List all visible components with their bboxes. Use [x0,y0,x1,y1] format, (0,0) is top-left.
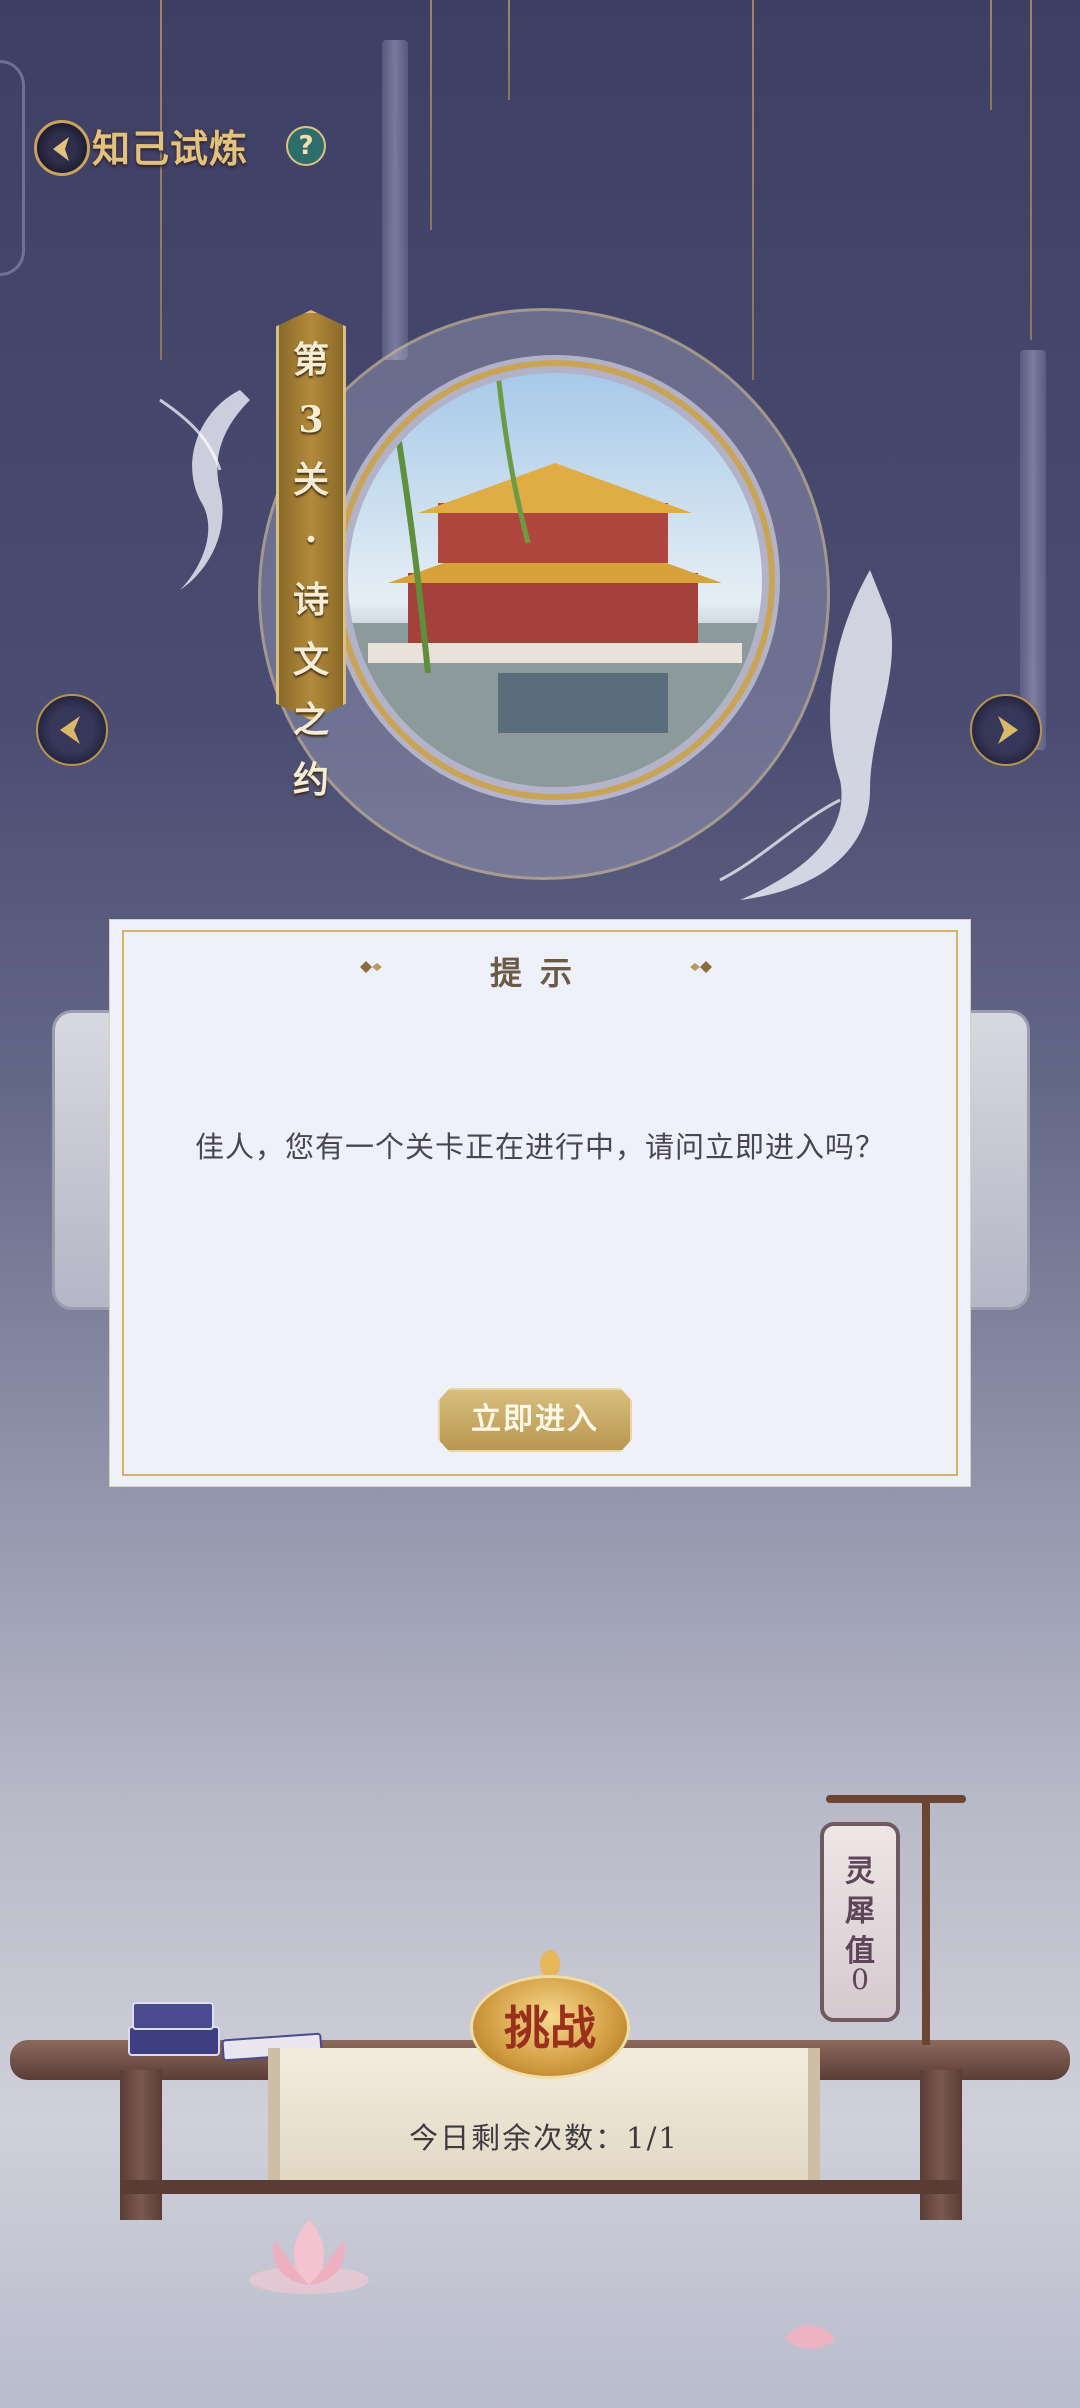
back-button[interactable] [34,120,90,176]
bench-rail [120,2180,960,2194]
dialog-message: 佳人，您有一个关卡正在进行中，请问立即进入吗？ [194,1130,885,1164]
challenge-lid [540,1950,560,1978]
lantern-arm [826,1795,966,1803]
diamond-ornament-icon [690,961,712,973]
level-label: 第 3 关 · 诗 文 之 约 [292,339,329,801]
next-level-button[interactable] [970,694,1042,766]
dialog-title: 提示 [489,954,590,992]
koi-right-decoration [719,570,893,900]
affinity-value: 0 [851,1963,869,1996]
bench-leg-right [920,2070,962,2220]
chevron-right-icon [998,716,1018,744]
bench-leg-left [120,2070,162,2220]
lotus-icon [249,2220,369,2294]
back-arrow-icon [53,137,69,161]
enter-now-button[interactable]: 立即进入 [438,1388,632,1452]
koi-left-decoration [159,390,250,590]
page-title: 知己试炼 [92,126,249,171]
petal-icon [785,2325,835,2349]
chevron-left-icon [60,716,80,744]
remaining-attempts: 今日剩余次数：1/1 [409,2121,679,2155]
prev-level-button[interactable] [36,694,108,766]
lantern-stand [922,1795,930,2045]
book-decoration [132,2002,214,2030]
affinity-label: 灵 犀 值 [845,1854,875,1969]
challenge-button[interactable]: 挑战 [470,1975,630,2079]
book-decoration [128,2026,220,2056]
help-button[interactable]: ? [286,126,326,166]
